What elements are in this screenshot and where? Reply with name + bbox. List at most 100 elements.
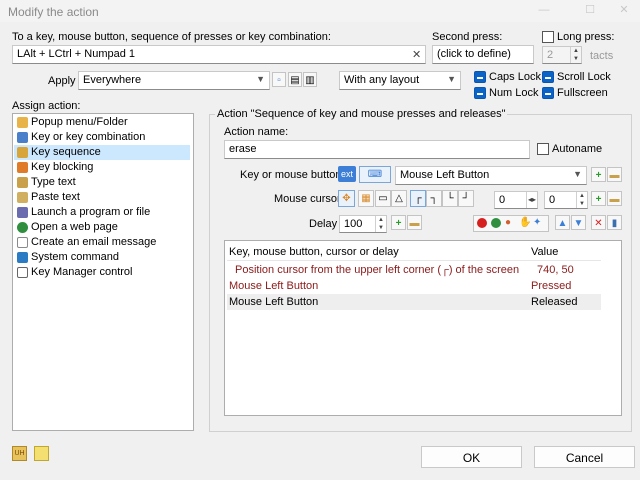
trash-icon[interactable]: ▮ (607, 215, 622, 230)
monitor-icon (17, 252, 28, 263)
ok-button[interactable]: OK (421, 446, 522, 468)
globe-icon[interactable] (491, 218, 501, 228)
add-key-icon[interactable]: + (591, 167, 606, 182)
list-item[interactable]: Popup menu/Folder (14, 115, 190, 130)
autoname-checkbox[interactable] (537, 143, 549, 155)
list-item[interactable]: Key sequence (14, 145, 190, 160)
grid-icon[interactable]: ▦ (358, 190, 374, 207)
title-bar: Modify the action — ☐ ✕ (0, 0, 640, 22)
table-row[interactable]: Position cursor from the upper left corn… (227, 262, 601, 278)
email-icon (17, 237, 28, 248)
key-dropdown[interactable]: Mouse Left Button ▼ (395, 166, 587, 185)
minimize-button[interactable]: — (536, 3, 552, 17)
corner-top-left-icon[interactable]: ┌ (410, 190, 426, 207)
window-select-icon[interactable]: ▫ (272, 72, 286, 87)
list-item[interactable]: Create an email message (14, 235, 190, 250)
list-item[interactable]: Launch a program or file (14, 205, 190, 220)
paste-icon (17, 192, 28, 203)
key-block-icon (17, 162, 28, 173)
tacts-label: tacts (590, 50, 614, 62)
list-item[interactable]: Paste text (14, 190, 190, 205)
key-sequence-icon (17, 147, 28, 158)
long-press-label: Long press: (557, 31, 615, 43)
action-group-label: Action "Sequence of key and mouse presse… (215, 108, 508, 120)
list-item[interactable]: Open a web page (14, 220, 190, 235)
pick-cursor-icon[interactable]: ✥ (338, 190, 355, 207)
autoname-label: Autoname (552, 143, 603, 155)
type-text-icon (17, 177, 28, 188)
apply-scope-dropdown[interactable]: Everywhere ▼ (78, 71, 270, 90)
app-logo-icon[interactable]: UH (12, 446, 27, 461)
corner-bottom-right-icon[interactable]: ┘ (458, 190, 474, 207)
trigger-field[interactable]: LAlt + LCtrl + Numpad 1 (12, 45, 426, 64)
clear-trigger-icon[interactable]: ✕ (412, 48, 421, 61)
fullscreen-label: Fullscreen (557, 87, 608, 99)
caps-lock-label: Caps Lock (489, 71, 541, 83)
add-delay-icon[interactable]: + (391, 215, 406, 230)
mouse-cursor-label: Mouse cursor (274, 193, 341, 205)
record-keys-icon[interactable]: ✋ (519, 217, 531, 229)
edit-key-icon[interactable]: ▬ (607, 167, 622, 182)
num-lock-checkbox[interactable] (474, 87, 486, 99)
num-lock-label: Num Lock (489, 87, 539, 99)
second-press-label: Second press: (432, 31, 503, 43)
caps-lock-checkbox[interactable] (474, 71, 486, 83)
cursor-x-stepper[interactable]: 0 ◂▸ (494, 191, 538, 209)
assign-action-label: Assign action: (12, 100, 81, 112)
list-item[interactable]: Key or key combination (14, 130, 190, 145)
window-title: Modify the action (8, 5, 99, 19)
delay-stepper[interactable]: 100 ▲ ▼ (339, 215, 387, 233)
layout-dropdown[interactable]: With any layout ▼ (339, 71, 461, 90)
scroll-lock-checkbox[interactable] (542, 71, 554, 83)
folder-icon (17, 117, 28, 128)
long-press-stepper[interactable]: 2 ▲ ▼ (542, 46, 582, 64)
keyboard-icon (17, 132, 28, 143)
close-button[interactable]: ✕ (616, 3, 632, 17)
record-cursor-icon[interactable]: ✦ (533, 217, 545, 229)
action-name-input[interactable]: erase (224, 140, 530, 159)
list-item[interactable]: Key blocking (14, 160, 190, 175)
globe-icon (17, 222, 28, 233)
maximize-button[interactable]: ☐ (582, 3, 598, 17)
sequence-table[interactable]: Key, mouse button, cursor or delay Value… (224, 240, 622, 416)
action-name-label: Action name: (224, 126, 289, 138)
chevron-down-icon: ▼ (447, 74, 456, 84)
program-icon (17, 207, 28, 218)
ext-button[interactable]: ext (338, 166, 356, 182)
window-edit-icon[interactable]: ▥ (303, 72, 317, 87)
table-row[interactable]: Mouse Left Button Pressed (227, 278, 601, 294)
edit-cursor-icon[interactable]: ▬ (607, 191, 622, 206)
chevron-down-icon: ▼ (256, 74, 265, 84)
capture-key-icon[interactable]: ⌨ (359, 166, 391, 183)
record-icon[interactable] (477, 218, 487, 228)
fullscreen-checkbox[interactable] (542, 87, 554, 99)
list-item[interactable]: System command (14, 250, 190, 265)
trigger-value: LAlt + LCtrl + Numpad 1 (17, 48, 136, 60)
column-header-value[interactable]: Value (531, 243, 558, 261)
delay-label: Delay (309, 218, 338, 230)
list-item[interactable]: Key Manager control (14, 265, 190, 280)
corner-bottom-left-icon[interactable]: └ (442, 190, 458, 207)
triangle-icon[interactable]: △ (391, 190, 407, 207)
action-type-list[interactable]: Popup menu/Folder Key or key combination… (12, 113, 194, 431)
notes-icon[interactable] (34, 446, 49, 461)
cancel-button[interactable]: Cancel (534, 446, 635, 468)
chevron-down-icon: ▼ (573, 169, 582, 179)
table-row[interactable]: Mouse Left Button Released (227, 294, 601, 310)
column-header-key[interactable]: Key, mouse button, cursor or delay (229, 243, 399, 261)
add-cursor-icon[interactable]: + (591, 191, 606, 206)
delete-icon[interactable]: ✕ (591, 215, 606, 230)
edit-delay-icon[interactable]: ▬ (407, 215, 422, 230)
move-up-icon[interactable]: ▲ (555, 215, 570, 230)
window-icon[interactable]: ▭ (375, 190, 391, 207)
record-mouse-icon[interactable]: ● (505, 217, 517, 229)
long-press-checkbox[interactable] (542, 31, 554, 43)
table-header: Key, mouse button, cursor or delay Value (227, 243, 601, 261)
move-down-icon[interactable]: ▼ (571, 215, 586, 230)
trigger-label: To a key, mouse button, sequence of pres… (12, 31, 331, 43)
list-item[interactable]: Type text (14, 175, 190, 190)
window-add-icon[interactable]: ▤ (288, 72, 302, 87)
corner-top-right-icon[interactable]: ┐ (426, 190, 442, 207)
second-press-field[interactable]: (click to define) (432, 45, 534, 64)
cursor-y-stepper[interactable]: 0 ▲ ▼ (544, 191, 588, 209)
